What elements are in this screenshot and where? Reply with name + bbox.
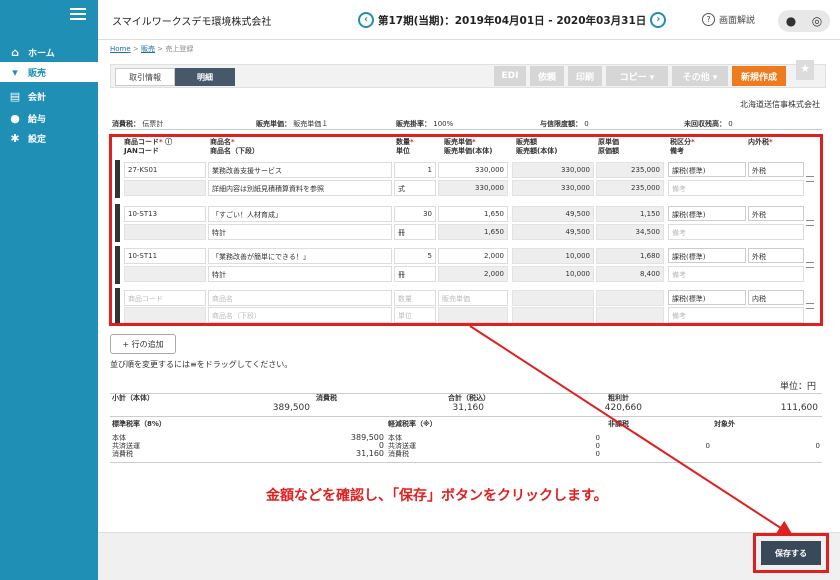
client-name: 北海道送信事株式会社 [740,100,820,109]
breadcrumb-home[interactable]: Home [110,45,131,53]
transaction-info-line: 消費税： 伝票計 販売単価： 販売単価１ 販売掛率： 100% 与信限度額： 0… [110,118,822,130]
bookmark-star-icon[interactable]: ★ [796,60,814,80]
red-body-value: 0 [595,434,600,442]
request-button[interactable]: 依頼 [530,66,564,86]
user-icon: ● [785,14,797,28]
drag-note: 並び順を変更するには≡をドラッグしてください。 [110,360,293,369]
unit-label: 単位：円 [780,382,817,392]
std-ctax-label: 消費税 [112,450,133,458]
subtotal-label: 小計（本体） [112,394,154,402]
home-icon: ⌂ [11,45,19,59]
menu-icon[interactable] [70,8,86,22]
next-period-icon[interactable]: › [650,12,667,28]
red-body-label: 本体 [388,434,402,442]
company-name: スマイルワークスデモ環境株式会社 [112,17,272,28]
profit-value: 111,600 [780,403,818,413]
exempt-label: 非課税 [608,420,629,428]
question-icon: ? [702,13,715,26]
std-body-label: 本体 [112,434,126,442]
std-body-value: 389,500 [350,433,384,442]
sidebar-item-accounting[interactable]: ▤ 会計 [0,86,98,106]
edi-button[interactable]: EDI [494,66,526,86]
sidebar-item-settings[interactable]: ✱ 設定 [0,128,98,148]
sidebar: ⌂ ホーム ▾ 販売 ▤ 会計 ● 給与 ✱ 設定 [0,0,98,580]
tax-label: 消費税 [316,394,337,402]
red-ctax-value: 0 [595,450,600,458]
user-menu[interactable]: ● ◎ [778,10,830,32]
tax-value: 31,160 [452,403,485,413]
profit-label: 粗利計 [608,394,629,402]
add-row-button[interactable]: + 行の追加 [110,334,176,354]
cart-icon: ▾ [12,65,18,79]
annotation-highlight-items [109,134,823,326]
ledger-icon: ▤ [9,89,21,103]
std-ctax-value: 31,160 [356,449,384,458]
breadcrumb-current: 売上登録 [165,45,194,53]
breadcrumb: Home > 販売 > 売上登録 [110,45,194,53]
sidebar-item-home[interactable]: ⌂ ホーム [0,42,98,62]
outside-value: 0 [815,442,820,450]
help-link[interactable]: ? 画面解説 [702,13,755,26]
top-bar: スマイルワークスデモ環境株式会社 ‹ 第17期(当期)：2019年04月01日 … [98,0,840,40]
notification-icon: ◎ [811,14,823,28]
new-button[interactable]: 新規作成 [732,66,786,86]
gear-icon: ✱ [10,131,20,145]
fiscal-period: ‹ 第17期(当期)：2019年04月01日 - 2020年03月31日 › [354,12,670,28]
copy-button[interactable]: コピー ▾ [606,66,668,86]
total-value: 420,660 [604,403,642,413]
annotation-highlight-save [753,533,829,573]
subtotal-value: 389,500 [272,403,310,413]
prev-period-icon[interactable]: ‹ [358,12,374,28]
total-label: 合計（税込） [448,394,490,402]
footer-bar [98,532,840,580]
instruction-note: 金額などを確認し、「保存」ボタンをクリックします。 [266,488,608,504]
reduced-rate-label: 軽減税率（※） [388,420,437,428]
print-button[interactable]: 印刷 [568,66,602,86]
std-transport-label: 共済送運 [112,442,140,450]
wallet-icon: ● [10,111,20,125]
red-ctax-label: 消費税 [388,450,409,458]
sidebar-item-payroll[interactable]: ● 給与 [0,108,98,128]
tab-details[interactable]: 明細 [175,68,235,86]
red-transport-label: 共済送運 [388,442,416,450]
tab-transaction-info[interactable]: 取引情報 [115,68,175,86]
sidebar-item-sales[interactable]: ▾ 販売 [0,62,98,82]
red-transport-value: 0 [595,442,600,450]
other-button[interactable]: その他 ▾ [672,66,728,86]
exempt-value: 0 [705,442,710,450]
standard-rate-label: 標準税率（8%） [112,420,166,428]
outside-label: 対象外 [714,420,735,428]
breadcrumb-sales[interactable]: 販売 [141,45,155,53]
